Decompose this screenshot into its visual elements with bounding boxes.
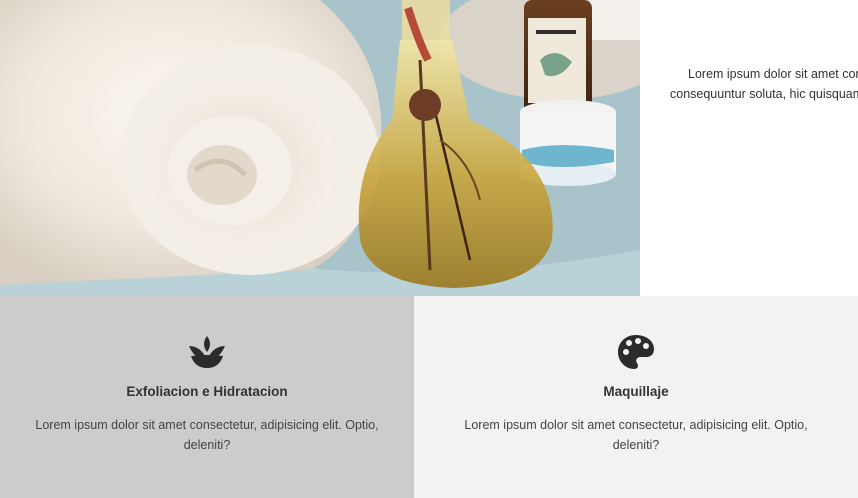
intro-text: Lorem ipsum dolor sit amet cons consequu… <box>664 64 858 108</box>
service-title: Maquillaje <box>603 384 669 399</box>
lotus-icon <box>189 336 225 368</box>
palette-icon <box>618 335 654 369</box>
service-card-exfoliation: Exfoliacion e Hidratacion Lorem ipsum do… <box>0 296 414 498</box>
service-card-makeup: Maquillaje Lorem ipsum dolor sit amet co… <box>414 296 858 498</box>
service-title: Exfoliacion e Hidratacion <box>126 384 288 399</box>
intro-text-line-2: consequuntur soluta, hic quisquam <box>670 87 858 101</box>
hero-image <box>0 0 640 296</box>
intro-text-line-1: Lorem ipsum dolor sit amet cons <box>688 67 858 81</box>
service-description: Lorem ipsum dolor sit amet consectetur, … <box>464 418 808 452</box>
spa-photo <box>0 0 640 296</box>
service-description: Lorem ipsum dolor sit amet consectetur, … <box>35 418 379 452</box>
